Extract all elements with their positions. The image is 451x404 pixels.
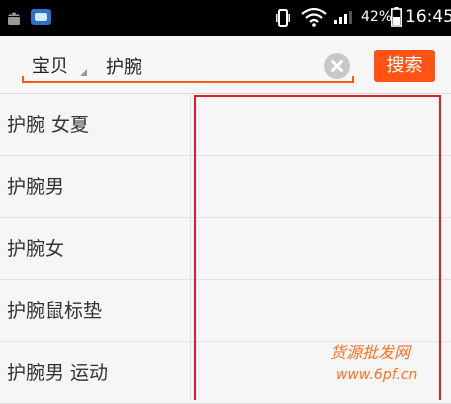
clear-search-button[interactable]: [324, 53, 350, 79]
vibrate-icon: [276, 8, 290, 32]
android-icon: [6, 9, 22, 31]
battery-icon: [391, 7, 402, 31]
signal-icon: [333, 9, 355, 29]
battery-percentage: 42%: [361, 9, 393, 25]
watermark-title: 货源批发网: [330, 343, 411, 362]
suggestion-text: 护腕女: [7, 238, 65, 260]
search-button[interactable]: 搜索: [374, 50, 435, 82]
clear-icon: [331, 60, 343, 72]
dropdown-triangle-icon: [80, 69, 87, 76]
suggestion-text: 护腕男: [7, 176, 65, 198]
search-input[interactable]: [106, 53, 311, 79]
search-header: 宝贝 搜索: [0, 36, 451, 94]
suggestion-text: 护腕鼠标垫: [7, 300, 103, 322]
suggestion-text: 护腕男 运动: [7, 362, 109, 384]
search-scope-label: 宝贝: [32, 56, 68, 77]
column-divider: [190, 94, 191, 400]
suggestion-text: 护腕 女夏: [7, 114, 90, 136]
watermark-url: www.6pf.cn: [336, 367, 418, 383]
wifi-icon: [301, 7, 327, 31]
search-field-underline: [22, 76, 354, 83]
watermark: 货源批发网 www.6pf.cn: [330, 342, 446, 390]
search-scope-selector[interactable]: 宝贝: [32, 55, 87, 79]
status-bar: 42% 16:45: [0, 0, 451, 36]
clock: 16:45: [405, 7, 451, 27]
app-notification-icon: [31, 9, 51, 25]
